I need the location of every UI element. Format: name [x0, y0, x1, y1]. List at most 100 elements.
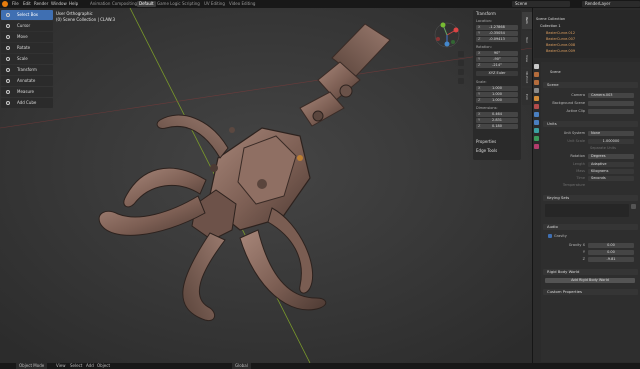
material-props-icon[interactable] — [534, 144, 539, 149]
orientation-dropdown[interactable]: Global — [232, 363, 251, 369]
location-x-field[interactable]: X -1.27868 — [476, 25, 518, 30]
section-units[interactable]: Units — [543, 121, 638, 127]
menu-window[interactable]: Window — [51, 1, 67, 7]
background-scene-field[interactable] — [588, 101, 634, 106]
dimensions-z-field[interactable]: Z 0.180 — [476, 124, 518, 129]
menu-add[interactable]: Add — [86, 363, 94, 369]
tool-measure[interactable]: Measure — [1, 87, 53, 97]
section-keying-sets[interactable]: Keying Sets — [543, 195, 638, 201]
section-rigid-body-world[interactable]: Rigid Body World — [543, 269, 638, 275]
location-y-field[interactable]: Y -0.35054 — [476, 31, 518, 36]
outliner-collection[interactable]: Collection 1 — [540, 24, 561, 28]
tab-item[interactable]: Item — [522, 12, 532, 29]
gravity-checkbox[interactable] — [548, 234, 552, 238]
transform-header[interactable]: Transform — [476, 11, 496, 16]
scene-props-icon[interactable] — [534, 96, 539, 101]
outliner-item[interactable]: BezierCurve.009 — [546, 49, 575, 53]
annotate-icon — [6, 79, 10, 83]
button-label: Add Rigid Body World — [571, 278, 609, 282]
camera-field[interactable]: Camera.003 — [588, 93, 634, 98]
axis-label: X — [478, 86, 481, 90]
axis-label: Y — [478, 92, 481, 96]
blender-logo-icon[interactable] — [2, 1, 8, 7]
dimensions-x-field[interactable]: X 0.464 — [476, 112, 518, 117]
tool-transform[interactable]: Transform — [1, 65, 53, 75]
tool-annotate[interactable]: Annotate — [1, 76, 53, 86]
rotation-z-field[interactable]: Z -214° — [476, 63, 518, 68]
menu-select[interactable]: Select — [70, 363, 82, 369]
length-dropdown[interactable]: Adaptive — [588, 162, 634, 167]
keying-sets-list[interactable] — [545, 204, 629, 217]
tool-add-cube[interactable]: Add Cube — [1, 98, 53, 108]
gravity-y-field[interactable]: 0.00 — [588, 250, 634, 255]
tab-3d-print[interactable]: 3D-Print — [522, 69, 532, 86]
world-props-icon[interactable] — [534, 104, 539, 109]
section-scene[interactable]: Scene — [543, 82, 638, 88]
menu-render[interactable]: Render — [34, 1, 48, 7]
view-layer-label: RenderLayer — [585, 1, 611, 6]
scale-x-field[interactable]: X 1.000 — [476, 86, 518, 91]
scene-selector[interactable]: Scene — [512, 1, 570, 7]
field-value: 0.464 — [491, 112, 503, 116]
tab-video-editing[interactable]: Video Editing — [227, 1, 257, 7]
rotation-units-dropdown[interactable]: Degrees — [588, 154, 634, 159]
tab-tool[interactable]: Tool — [522, 31, 532, 48]
scale-z-field[interactable]: Z 1.000 — [476, 98, 518, 103]
tool-cursor[interactable]: Cursor — [1, 21, 53, 31]
3d-viewport[interactable]: User Orthographic (0) Scene Collection |… — [0, 8, 532, 363]
mode-dropdown[interactable]: Object Mode — [16, 363, 48, 369]
tab-view[interactable]: View — [522, 50, 532, 67]
view-layer-selector[interactable]: RenderLayer — [582, 1, 640, 7]
unit-system-dropdown[interactable]: None — [588, 131, 634, 136]
time-dropdown[interactable]: Seconds — [588, 176, 634, 181]
tool-props-icon[interactable] — [534, 64, 539, 69]
tool-label: Select Box — [17, 12, 39, 17]
tab-edit[interactable]: Edit — [522, 88, 532, 105]
tool-move[interactable]: Move — [1, 32, 53, 42]
render-props-icon[interactable] — [534, 72, 539, 77]
object-props-icon[interactable] — [534, 112, 539, 117]
unit-scale-field[interactable]: 1.000000 — [588, 139, 634, 144]
add-rigid-body-world-button[interactable]: Add Rigid Body World — [545, 278, 635, 283]
tool-scale[interactable]: Scale — [1, 54, 53, 64]
add-keying-set-button[interactable] — [631, 204, 636, 209]
tab-scripting[interactable]: Scripting — [180, 1, 202, 7]
active-clip-field[interactable] — [588, 109, 634, 114]
gravity-label: Gravity — [554, 234, 567, 238]
tab-game-logic[interactable]: Game Logic — [155, 1, 183, 7]
mass-dropdown[interactable]: Kilograms — [588, 169, 634, 174]
menu-edit[interactable]: Edit — [23, 1, 31, 7]
location-z-field[interactable]: Z -0.09413 — [476, 37, 518, 42]
edge-tools-header[interactable]: Edge Tools — [476, 148, 497, 153]
output-props-icon[interactable] — [534, 80, 539, 85]
dimensions-y-field[interactable]: Y 2.831 — [476, 118, 518, 123]
menu-help[interactable]: Help — [69, 1, 78, 7]
particle-props-icon[interactable] — [534, 128, 539, 133]
tab-default[interactable]: Default — [137, 1, 156, 7]
modifier-props-icon[interactable] — [534, 120, 539, 125]
gravity-z-field[interactable]: -9.81 — [588, 257, 634, 262]
tool-rotate[interactable]: Rotate — [1, 43, 53, 53]
tab-uv-editing[interactable]: UV Editing — [202, 1, 227, 7]
section-audio[interactable]: Audio — [543, 224, 638, 230]
outliner-scene-collection[interactable]: Scene Collection — [536, 17, 565, 21]
rotation-x-field[interactable]: X 90° — [476, 51, 518, 56]
tool-select-box[interactable]: Select Box — [1, 10, 53, 20]
view-layer-icon[interactable] — [534, 88, 539, 93]
rotation-y-field[interactable]: Y -90° — [476, 57, 518, 62]
claw-model[interactable] — [0, 8, 532, 363]
tab-animation[interactable]: Animation — [88, 1, 112, 7]
data-props-icon[interactable] — [534, 136, 539, 141]
menu-view[interactable]: View — [56, 363, 66, 369]
gravity-x-field[interactable]: 0.00 — [588, 243, 634, 248]
scale-y-field[interactable]: Y 1.000 — [476, 92, 518, 97]
outliner-item[interactable]: BezierCurve.007 — [546, 37, 575, 41]
section-custom-properties[interactable]: Custom Properties — [543, 289, 638, 295]
outliner-item[interactable]: BezierCurve.008 — [546, 43, 575, 47]
properties-header[interactable]: Properties — [476, 139, 496, 144]
outliner-item[interactable]: BezierCurve.012 — [546, 31, 575, 35]
tab-compositing[interactable]: Compositing — [110, 1, 139, 7]
rotation-mode-dropdown[interactable]: XYZ Euler — [476, 71, 518, 76]
menu-object[interactable]: Object — [97, 363, 110, 369]
menu-file[interactable]: File — [12, 1, 19, 7]
